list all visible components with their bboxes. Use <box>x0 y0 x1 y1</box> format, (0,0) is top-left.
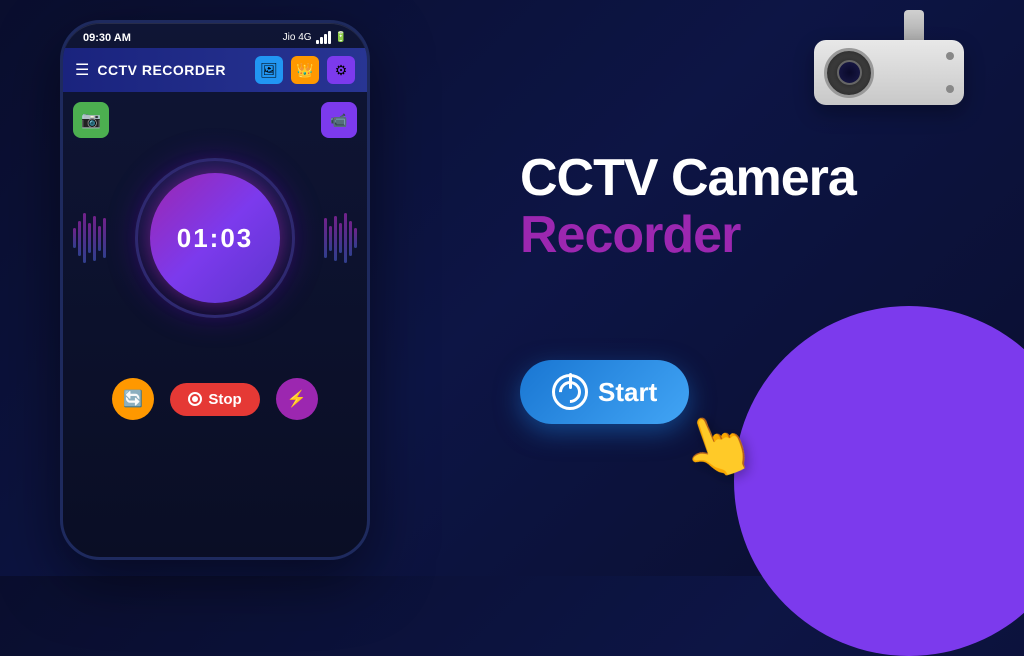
phone-mockup: 09:30 AM Jio 4G 🔋 ☰ CCTV RECORDER � <box>60 20 370 560</box>
status-bar: 09:30 AM Jio 4G 🔋 <box>63 23 367 48</box>
power-arc <box>554 376 585 407</box>
signal-bar-3 <box>324 34 327 44</box>
signal-bar-2 <box>320 37 323 44</box>
sound-wave-left <box>73 213 106 263</box>
top-buttons: 📷 📹 <box>73 102 357 138</box>
settings-icon: ⚙ <box>335 62 348 79</box>
refresh-icon: 🔄 <box>123 389 143 409</box>
headline-line2: Recorder <box>520 207 856 264</box>
phone-body: 📷 📹 <box>63 92 367 440</box>
timer-section: 01:03 <box>73 158 357 318</box>
app-header-title: CCTV RECORDER <box>97 62 226 78</box>
stop-button[interactable]: Stop <box>170 383 259 416</box>
header-icons: 🖼 👑 ⚙ <box>255 56 355 84</box>
gallery-icon: 🖼 <box>260 62 278 79</box>
camera-body <box>814 40 964 105</box>
crown-icon: 👑 <box>296 62 313 79</box>
hamburger-icon[interactable]: ☰ <box>75 60 89 80</box>
start-button-wrapper[interactable]: Start <box>520 360 689 424</box>
battery-icon: 🔋 <box>335 32 347 43</box>
stop-label: Stop <box>208 391 241 408</box>
stop-dot <box>188 392 202 406</box>
screen-record-icon: 📹 <box>330 112 347 129</box>
sound-wave-right <box>324 213 357 263</box>
header-left: ☰ CCTV RECORDER <box>75 60 226 80</box>
bottom-controls: 🔄 Stop ⚡ <box>73 378 357 430</box>
signal-bars <box>316 31 331 44</box>
settings-button[interactable]: ⚙ <box>327 56 355 84</box>
camera-quick-icon: 📷 <box>81 110 101 130</box>
lightning-button[interactable]: ⚡ <box>276 378 318 420</box>
carrier-label: Jio 4G <box>283 32 312 43</box>
signal-bar-1 <box>316 40 319 44</box>
timer-circle-inner: 01:03 <box>150 173 280 303</box>
bg-decoration <box>734 306 1024 656</box>
start-button[interactable]: Start <box>520 360 689 424</box>
camera-lens-inner <box>837 60 862 85</box>
crown-button[interactable]: 👑 <box>291 56 319 84</box>
status-time: 09:30 AM <box>83 32 131 44</box>
camera-screw-2 <box>946 85 954 93</box>
camera-quick-btn[interactable]: 📷 <box>73 102 109 138</box>
refresh-button[interactable]: 🔄 <box>112 378 154 420</box>
app-headline: CCTV Camera Recorder <box>520 150 856 264</box>
camera-screw-1 <box>946 52 954 60</box>
start-label: Start <box>598 377 657 408</box>
signal-bar-4 <box>328 31 331 44</box>
power-icon <box>552 374 588 410</box>
phone-screen: 09:30 AM Jio 4G 🔋 ☰ CCTV RECORDER � <box>60 20 370 560</box>
lightning-icon: ⚡ <box>287 389 307 409</box>
screen-record-btn[interactable]: 📹 <box>321 102 357 138</box>
app-header: ☰ CCTV RECORDER 🖼 👑 ⚙ <box>63 48 367 92</box>
camera-screws <box>946 52 954 93</box>
stop-dot-inner <box>192 396 198 402</box>
headline-line1: CCTV Camera <box>520 150 856 207</box>
gallery-button[interactable]: 🖼 <box>255 56 283 84</box>
camera-3d <box>784 10 984 140</box>
camera-lens <box>824 48 874 98</box>
status-right: Jio 4G 🔋 <box>283 31 347 44</box>
camera-image <box>784 10 984 140</box>
timer-display: 01:03 <box>177 223 254 254</box>
timer-circle: 01:03 <box>135 158 295 318</box>
